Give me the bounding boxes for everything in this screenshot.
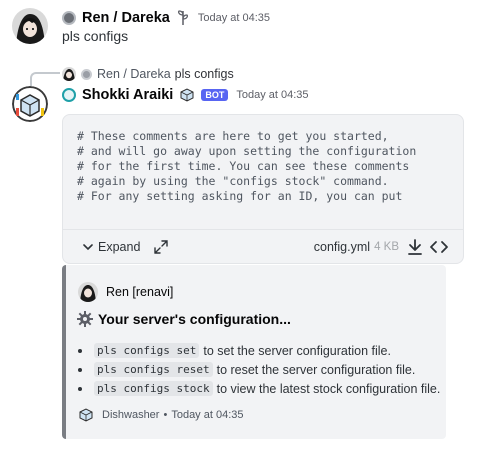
- file-footer: Expand config.yml 4 KB: [83, 236, 449, 258]
- message-header: Ren / Dareka Today at 04:35: [62, 9, 270, 27]
- bullet: [78, 386, 82, 391]
- chevron-down-icon[interactable]: [83, 242, 93, 252]
- list-item: pls configs set to set the server config…: [78, 341, 440, 360]
- embed-card: Ren [renavi] Your server's configuration…: [62, 265, 446, 439]
- file-size: 4 KB: [374, 241, 399, 253]
- list-item-text: to set the server configuration file.: [203, 343, 391, 358]
- file-name[interactable]: config.yml: [314, 240, 370, 254]
- list-item: pls configs stock to view the latest sto…: [78, 379, 440, 398]
- expand-button[interactable]: Expand: [98, 240, 140, 254]
- bot-badge: BOT: [201, 89, 229, 101]
- user-avatar[interactable]: [12, 8, 48, 44]
- code-line: # These comments are here to get you sta…: [77, 129, 389, 143]
- view-code-icon[interactable]: [429, 239, 449, 255]
- reply-reference[interactable]: Ren / Dareka pls configs: [62, 65, 234, 83]
- reply-avatar: [62, 67, 76, 81]
- message-content: pls configs: [62, 28, 129, 44]
- code-line: # and will go away upon setting the conf…: [77, 144, 417, 158]
- dishwasher-icon: [79, 408, 93, 422]
- inline-code: pls configs reset: [94, 362, 213, 377]
- reply-connector: [30, 72, 60, 86]
- app-cube-icon: [180, 88, 194, 102]
- code-line: # for the first time. You can see these …: [77, 159, 410, 173]
- code-preview: # These comments are here to get you sta…: [77, 129, 416, 204]
- author-name[interactable]: Shokki Araiki: [82, 87, 173, 103]
- bullet: [78, 348, 82, 353]
- file-attachment: # These comments are here to get you sta…: [62, 114, 464, 264]
- list-item: pls configs reset to reset the server co…: [78, 360, 440, 379]
- list-item-text: to reset the server configuration file.: [216, 362, 416, 377]
- embed-title: Your server's configuration...: [76, 310, 291, 328]
- list-item-text: to view the latest stock configuration f…: [216, 381, 441, 396]
- embed-author-name: Ren [renavi]: [106, 285, 174, 299]
- message-timestamp[interactable]: Today at 04:35: [198, 12, 270, 24]
- reply-author: Ren / Dareka: [97, 67, 171, 81]
- author-name[interactable]: Ren / Dareka: [82, 10, 170, 26]
- bullet: [78, 367, 82, 372]
- embed-footer: Dishwasher • Today at 04:35: [78, 407, 244, 423]
- message-header: Shokki Araiki BOT Today at 04:35: [62, 86, 309, 104]
- code-line: # For any setting asking for an ID, you …: [77, 189, 403, 203]
- leaf-tag-icon: [177, 10, 188, 25]
- embed-command-list: pls configs set to set the server config…: [78, 341, 440, 398]
- embed-author: Ren [renavi]: [78, 282, 173, 302]
- footer-separator: •: [163, 409, 168, 421]
- embed-author-avatar: [78, 282, 98, 302]
- reply-role-icon: [81, 68, 92, 80]
- inline-code: pls configs stock: [94, 381, 213, 396]
- inline-code: pls configs set: [94, 343, 200, 358]
- footer-timestamp: Today at 04:35: [171, 409, 244, 421]
- message-timestamp[interactable]: Today at 04:35: [236, 89, 308, 101]
- bot-avatar[interactable]: [12, 86, 48, 122]
- embed-title-text: Your server's configuration...: [98, 311, 291, 327]
- fullscreen-icon[interactable]: [154, 240, 169, 254]
- download-icon[interactable]: [407, 238, 423, 256]
- role-icon: [62, 88, 76, 102]
- footer-name: Dishwasher: [102, 409, 160, 421]
- gear-icon: [77, 311, 93, 327]
- code-line: # again by using the "configs stock" com…: [77, 174, 389, 188]
- file-divider: [63, 229, 463, 230]
- role-icon: [62, 11, 76, 25]
- reply-content: pls configs: [174, 67, 234, 81]
